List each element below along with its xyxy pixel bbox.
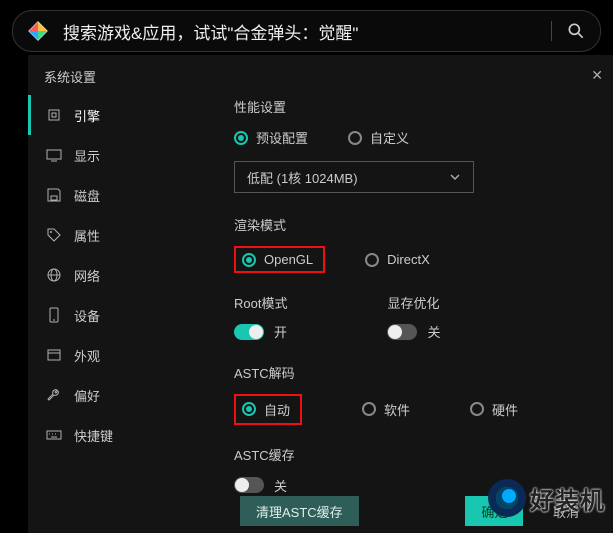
radio-label: 预设配置 bbox=[256, 128, 308, 147]
settings-panel: 系统设置 ✕ 引擎 显示 磁盘 属性 网络 设备 外观 bbox=[28, 55, 613, 533]
sidebar-item-label: 网络 bbox=[74, 266, 100, 285]
phone-icon bbox=[46, 307, 62, 323]
sidebar-item-label: 显示 bbox=[74, 146, 100, 165]
monitor-icon bbox=[46, 147, 62, 163]
highlight-astc-auto: 自动 bbox=[234, 394, 302, 425]
window-icon bbox=[46, 347, 62, 363]
toggle-astc-cache[interactable]: 关 bbox=[234, 476, 287, 495]
sidebar-item-label: 属性 bbox=[74, 226, 100, 245]
vram-block: 显存优化 关 bbox=[387, 293, 440, 343]
sidebar-item-disk[interactable]: 磁盘 bbox=[28, 175, 210, 215]
radio-astc-soft[interactable]: 软件 bbox=[362, 400, 410, 419]
radio-label: DirectX bbox=[387, 252, 430, 267]
section-performance-title: 性能设置 bbox=[234, 97, 589, 116]
radio-label: 自定义 bbox=[370, 128, 409, 147]
sidebar-item-label: 设备 bbox=[74, 306, 100, 325]
root-title: Root模式 bbox=[234, 293, 287, 312]
highlight-opengl: OpenGL bbox=[234, 246, 325, 273]
radio-astc-auto[interactable]: 自动 bbox=[242, 400, 290, 419]
keyboard-icon bbox=[46, 427, 62, 443]
app-logo-icon bbox=[27, 20, 49, 42]
sidebar-item-label: 外观 bbox=[74, 346, 100, 365]
section-astc-title: ASTC解码 bbox=[234, 363, 589, 382]
section-astc-cache-title: ASTC缓存 bbox=[234, 445, 589, 464]
footer-bar: 清理ASTC缓存 确定 取消 bbox=[210, 493, 613, 533]
radio-custom[interactable]: 自定义 bbox=[348, 128, 409, 147]
radio-label: 硬件 bbox=[492, 400, 518, 419]
toggle-label: 关 bbox=[427, 322, 440, 341]
settings-content: 性能设置 预设配置 自定义 低配 (1核 1024MB) 渲染模式 OpenGL… bbox=[210, 55, 613, 533]
toggle-label: 开 bbox=[274, 322, 287, 341]
sidebar-item-appearance[interactable]: 外观 bbox=[28, 335, 210, 375]
search-placeholder: 搜索游戏&应用，试试"合金弹头：觉醒" bbox=[63, 19, 537, 44]
sidebar-item-label: 快捷键 bbox=[74, 426, 113, 445]
wrench-icon bbox=[46, 387, 62, 403]
chevron-down-icon bbox=[449, 171, 461, 183]
sidebar-item-device[interactable]: 设备 bbox=[28, 295, 210, 335]
radio-label: 软件 bbox=[384, 400, 410, 419]
ok-button[interactable]: 确定 bbox=[465, 496, 523, 526]
sidebar-item-engine[interactable]: 引擎 bbox=[28, 95, 210, 135]
performance-select[interactable]: 低配 (1核 1024MB) bbox=[234, 161, 474, 193]
save-icon bbox=[46, 187, 62, 203]
radio-astc-hard[interactable]: 硬件 bbox=[470, 400, 518, 419]
sidebar-item-shortcut[interactable]: 快捷键 bbox=[28, 415, 210, 455]
radio-preset[interactable]: 预设配置 bbox=[234, 128, 308, 147]
panel-title: 系统设置 bbox=[44, 67, 96, 86]
section-render-title: 渲染模式 bbox=[234, 215, 589, 234]
tag-icon bbox=[46, 227, 62, 243]
cpu-icon bbox=[46, 107, 62, 123]
search-bar[interactable]: 搜索游戏&应用，试试"合金弹头：觉醒" bbox=[12, 10, 601, 52]
sidebar-item-label: 偏好 bbox=[74, 386, 100, 405]
radio-directx[interactable]: DirectX bbox=[365, 252, 430, 267]
radio-label: OpenGL bbox=[264, 252, 313, 267]
search-icon[interactable] bbox=[566, 21, 586, 41]
sidebar-item-label: 磁盘 bbox=[74, 186, 100, 205]
toggle-vram[interactable]: 关 bbox=[387, 322, 440, 341]
radio-label: 自动 bbox=[264, 400, 290, 419]
search-divider bbox=[551, 21, 552, 41]
sidebar-item-network[interactable]: 网络 bbox=[28, 255, 210, 295]
globe-icon bbox=[46, 267, 62, 283]
sidebar-item-preference[interactable]: 偏好 bbox=[28, 375, 210, 415]
sidebar-item-label: 引擎 bbox=[74, 106, 100, 125]
toggle-root[interactable]: 开 bbox=[234, 322, 287, 341]
sidebar-item-properties[interactable]: 属性 bbox=[28, 215, 210, 255]
clear-astc-button[interactable]: 清理ASTC缓存 bbox=[240, 496, 359, 526]
select-value: 低配 (1核 1024MB) bbox=[247, 168, 358, 187]
root-block: Root模式 开 bbox=[234, 293, 287, 343]
radio-opengl[interactable]: OpenGL bbox=[242, 252, 313, 267]
vram-title: 显存优化 bbox=[387, 293, 440, 312]
settings-sidebar: 引擎 显示 磁盘 属性 网络 设备 外观 偏好 bbox=[28, 55, 210, 533]
toggle-label: 关 bbox=[274, 476, 287, 495]
sidebar-item-display[interactable]: 显示 bbox=[28, 135, 210, 175]
cancel-button[interactable]: 取消 bbox=[537, 496, 595, 526]
